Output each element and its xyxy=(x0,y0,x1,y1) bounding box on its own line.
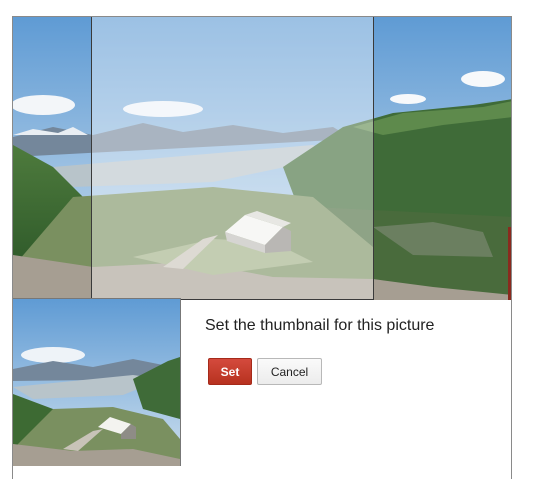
crop-outside-left xyxy=(13,17,91,300)
crop-selection-box[interactable] xyxy=(91,17,374,300)
thumbnail-dialog: Set the thumbnail for this picture Set C… xyxy=(12,16,512,479)
thumbnail-preview xyxy=(13,298,181,466)
set-button[interactable]: Set xyxy=(208,358,252,385)
thumbnail-preview-image xyxy=(13,299,180,466)
crop-area[interactable] xyxy=(13,17,511,300)
dialog-prompt: Set the thumbnail for this picture xyxy=(205,317,435,334)
cancel-button[interactable]: Cancel xyxy=(257,358,322,385)
